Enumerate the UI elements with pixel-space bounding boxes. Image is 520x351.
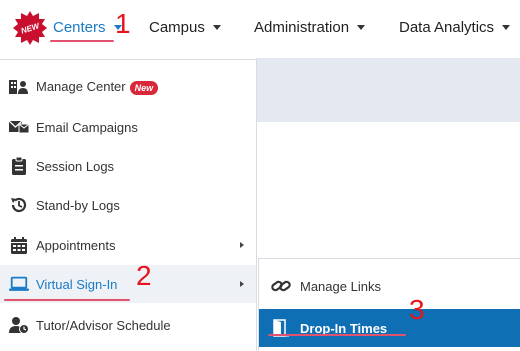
virtual-sign-in-submenu: Manage Links Drop-In Times [258, 258, 520, 351]
new-starburst-icon: NEW [13, 11, 47, 45]
centers-dropdown-menu: Manage Center New Email Campaigns Session… [0, 59, 257, 351]
nav-administration[interactable]: Administration [254, 19, 366, 36]
menu-item-appointments-label: Appointments [36, 237, 116, 253]
laptop-icon [9, 274, 29, 294]
nav-data-analytics-label: Data Analytics [399, 19, 495, 36]
menu-item-standby-logs[interactable]: Stand-by Logs [0, 186, 256, 224]
chevron-down-icon [357, 25, 366, 30]
user-management-icon [9, 77, 29, 97]
menu-item-session-logs-label: Session Logs [36, 158, 115, 174]
menu-item-tutor-advisor-schedule[interactable]: Tutor/Advisor Schedule [0, 306, 256, 344]
menu-item-email-campaigns[interactable]: Email Campaigns [0, 108, 256, 146]
annotation-underline-centers [50, 40, 114, 42]
calendar-icon [9, 235, 29, 255]
nav-administration-label: Administration [254, 19, 350, 36]
email-campaign-icon [9, 117, 29, 137]
annotation-step-2: 2 [136, 260, 152, 291]
annotation-step-1: 1 [115, 8, 131, 39]
menu-item-standby-logs-label: Stand-by Logs [36, 197, 120, 213]
nav-centers-label: Centers [53, 19, 106, 36]
chevron-right-icon [240, 281, 244, 287]
chevron-right-icon [240, 242, 244, 248]
menu-item-virtual-sign-in[interactable]: Virtual Sign-In [0, 265, 256, 303]
page-header-background [256, 58, 520, 122]
annotation-step-3: 3 [409, 294, 425, 325]
nav-campus[interactable]: Campus [149, 19, 221, 36]
nav-campus-label: Campus [149, 19, 205, 36]
top-navbar: NEW Centers Campus Administration Data A… [0, 0, 520, 58]
new-badge: New [129, 80, 159, 95]
menu-item-appointments[interactable]: Appointments [0, 226, 256, 264]
clipboard-icon [9, 156, 29, 176]
submenu-item-manage-links[interactable]: Manage Links [259, 267, 520, 305]
link-icon [271, 276, 291, 296]
menu-item-manage-center[interactable]: Manage Center New [0, 68, 256, 106]
nav-centers[interactable]: Centers [53, 19, 122, 36]
nav-data-analytics[interactable]: Data Analytics [399, 19, 511, 36]
chevron-down-icon [502, 25, 511, 30]
history-icon [9, 195, 29, 215]
annotation-underline-virtual-sign-in [4, 299, 130, 301]
chevron-down-icon [212, 25, 221, 30]
user-clock-icon [9, 315, 29, 335]
submenu-item-drop-in-times[interactable]: Drop-In Times [259, 309, 520, 347]
annotation-underline-drop-in-times [268, 334, 406, 336]
menu-item-virtual-sign-in-label: Virtual Sign-In [36, 276, 118, 292]
submenu-item-manage-links-label: Manage Links [300, 278, 381, 294]
menu-item-session-logs[interactable]: Session Logs [0, 147, 256, 185]
menu-item-tutor-advisor-schedule-label: Tutor/Advisor Schedule [36, 317, 171, 333]
menu-item-email-campaigns-label: Email Campaigns [36, 119, 138, 135]
menu-item-manage-center-label: Manage Center [36, 79, 126, 95]
